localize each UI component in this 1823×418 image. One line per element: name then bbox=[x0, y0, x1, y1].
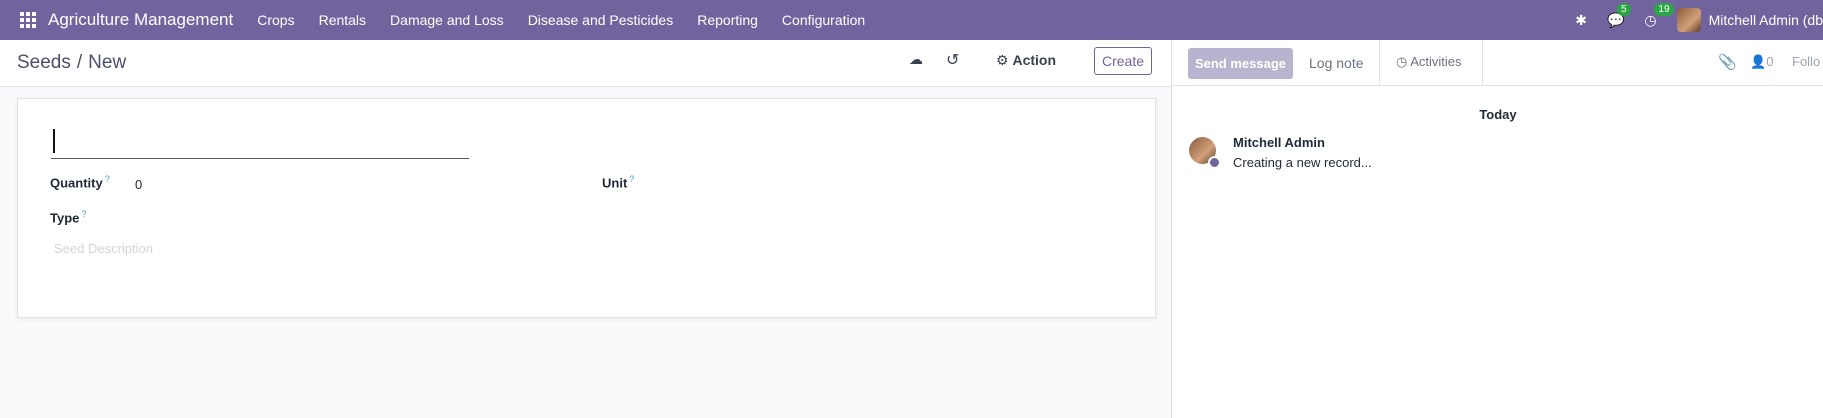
top-navbar: Agriculture Management Crops Rentals Dam… bbox=[0, 0, 1823, 40]
chatter-panel: Send message Log note ◷ Activities 📎 👤0 … bbox=[1171, 40, 1823, 418]
send-message-button[interactable]: Send message bbox=[1188, 48, 1293, 79]
systray: ✱ 💬 5 ◷ 19 Mitchell Admin (db bbox=[1575, 0, 1823, 40]
menu-disease-pesticides[interactable]: Disease and Pesticides bbox=[516, 12, 686, 28]
menu-damage-loss[interactable]: Damage and Loss bbox=[378, 12, 516, 28]
user-icon: 👤 bbox=[1750, 54, 1767, 69]
divider bbox=[1482, 40, 1483, 85]
breadcrumb: Seeds / New bbox=[17, 52, 126, 74]
chat-icon[interactable]: 💬 5 bbox=[1607, 2, 1631, 29]
activities-badge: 19 bbox=[1654, 2, 1674, 16]
apps-menu-icon[interactable] bbox=[16, 8, 40, 32]
clock-icon[interactable]: ◷ 19 bbox=[1644, 2, 1674, 29]
create-button[interactable]: Create bbox=[1094, 47, 1152, 75]
type-label: Type? bbox=[50, 209, 87, 226]
discard-icon[interactable]: ↺ bbox=[946, 50, 959, 70]
log-note-button[interactable]: Log note bbox=[1309, 55, 1364, 71]
menu-rentals[interactable]: Rentals bbox=[307, 12, 378, 28]
activities-button[interactable]: ◷ Activities bbox=[1396, 54, 1462, 70]
action-label: Action bbox=[1012, 52, 1057, 68]
breadcrumb-separator: / bbox=[76, 52, 83, 73]
menu-reporting[interactable]: Reporting bbox=[685, 12, 770, 28]
divider bbox=[1379, 40, 1380, 85]
name-field[interactable] bbox=[51, 125, 469, 159]
avatar[interactable] bbox=[1676, 8, 1701, 32]
description-field[interactable]: Seed Description bbox=[54, 241, 153, 256]
control-panel: Seeds / New ☁ ↺ ⚙ Action Create bbox=[0, 40, 1171, 87]
message-author[interactable]: Mitchell Admin bbox=[1233, 135, 1325, 150]
action-menu-button[interactable]: ⚙ Action bbox=[996, 52, 1056, 69]
chatter-topbar: Send message Log note ◷ Activities 📎 👤0 … bbox=[1172, 40, 1823, 86]
paperclip-icon[interactable]: 📎 bbox=[1718, 53, 1737, 71]
help-tooltip-icon[interactable]: ? bbox=[105, 174, 110, 184]
menu-crops[interactable]: Crops bbox=[245, 12, 306, 28]
messages-badge: 5 bbox=[1616, 2, 1631, 16]
form-sheet: Quantity? 0 Unit? Type? Seed Description bbox=[17, 98, 1156, 318]
bug-icon[interactable]: ✱ bbox=[1575, 12, 1587, 29]
breadcrumb-seeds[interactable]: Seeds bbox=[17, 52, 71, 73]
breadcrumb-new: New bbox=[88, 52, 127, 73]
quantity-field[interactable]: 0 bbox=[135, 177, 142, 192]
online-status-icon bbox=[1208, 156, 1221, 169]
main-menu: Crops Rentals Damage and Loss Disease an… bbox=[245, 12, 877, 28]
follow-button[interactable]: Follo bbox=[1792, 54, 1820, 69]
text-cursor bbox=[53, 129, 55, 153]
help-tooltip-icon[interactable]: ? bbox=[629, 174, 634, 184]
help-tooltip-icon[interactable]: ? bbox=[81, 209, 86, 219]
unit-label: Unit? bbox=[602, 174, 635, 191]
date-separator: Today bbox=[1479, 107, 1517, 122]
app-title[interactable]: Agriculture Management bbox=[48, 10, 233, 30]
message-body: Creating a new record... bbox=[1233, 155, 1372, 170]
followers-button[interactable]: 👤0 bbox=[1750, 54, 1773, 70]
gear-icon: ⚙ bbox=[996, 52, 1009, 68]
save-cloud-icon[interactable]: ☁ bbox=[909, 51, 923, 68]
clock-icon: ◷ bbox=[1396, 54, 1408, 69]
quantity-label: Quantity? bbox=[50, 174, 110, 191]
user-name[interactable]: Mitchell Admin (db bbox=[1709, 12, 1823, 28]
menu-configuration[interactable]: Configuration bbox=[770, 12, 877, 28]
